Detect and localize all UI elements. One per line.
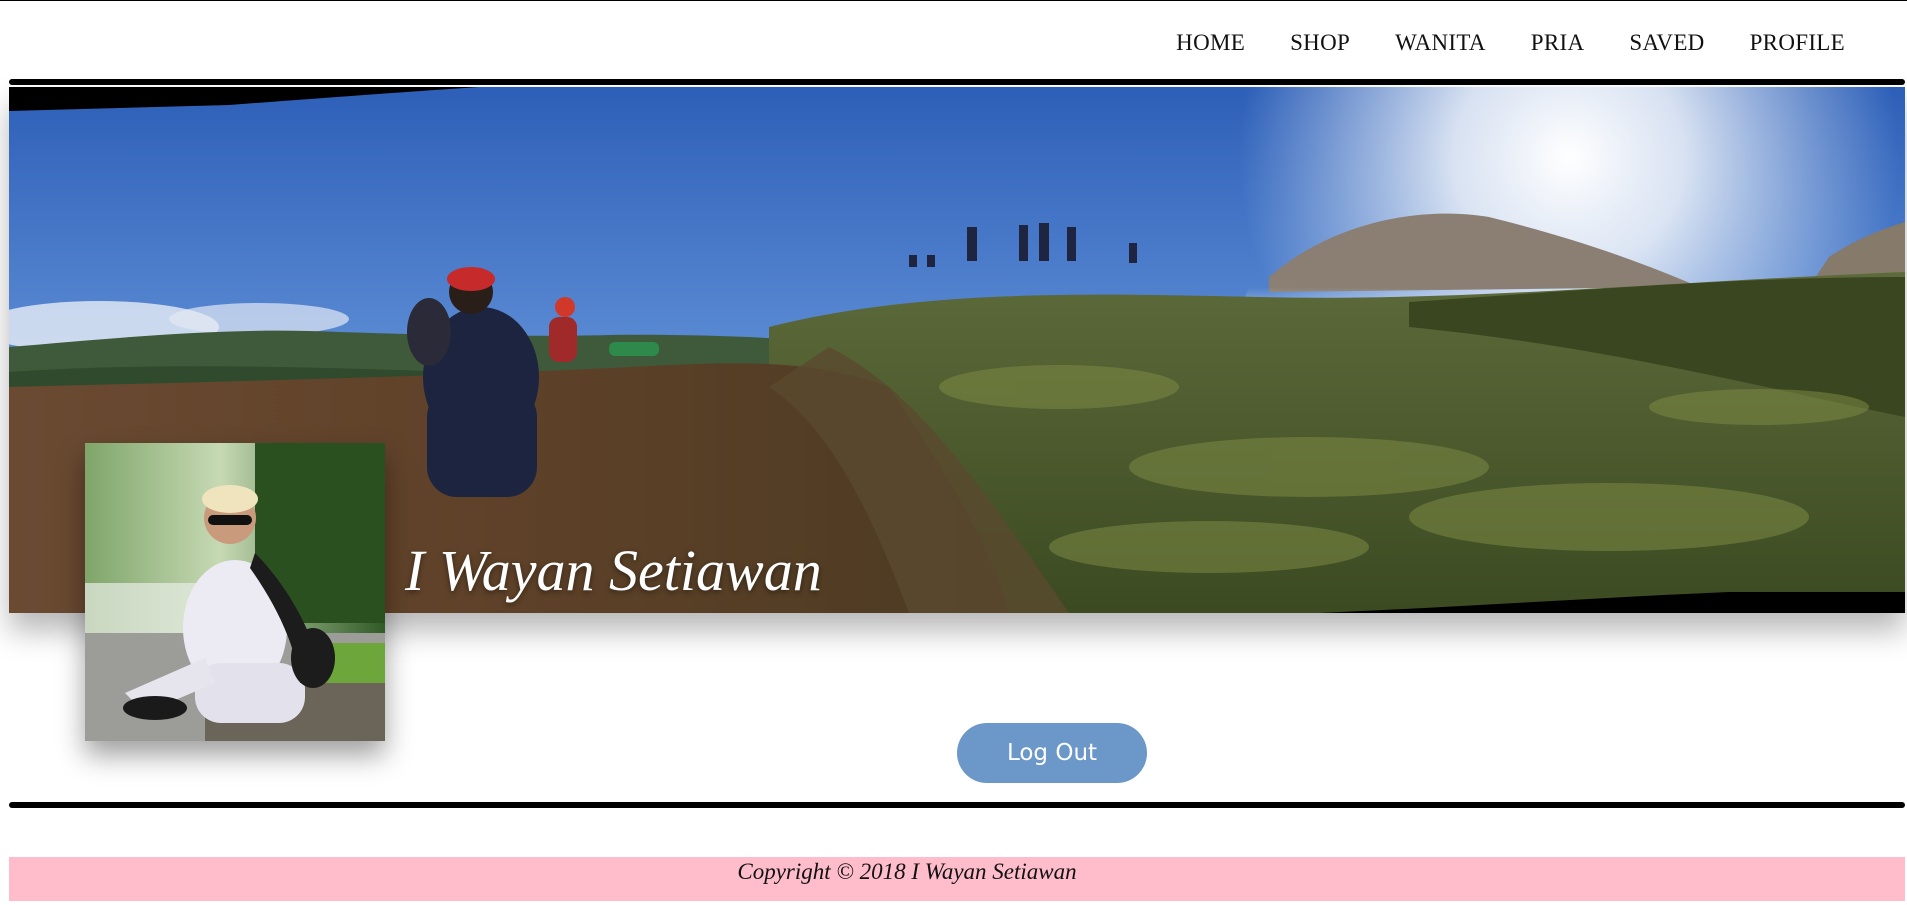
content-divider [9, 802, 1905, 808]
copyright-text: Copyright © 2018 I Wayan Setiawan [737, 859, 1077, 884]
footer-copyright-bar: Copyright © 2018 I Wayan Setiawan [9, 857, 1905, 901]
header-divider [9, 79, 1905, 85]
nav-wanita-link[interactable]: WANITA [1395, 26, 1486, 60]
nav-pria-link[interactable]: PRIA [1531, 26, 1585, 60]
main-nav: HOME SHOP WANITA PRIA SAVED PROFILE [1131, 26, 1845, 60]
nav-home-link[interactable]: HOME [1176, 26, 1245, 60]
nav-shop-link[interactable]: SHOP [1290, 26, 1350, 60]
profile-name-heading: I Wayan Setiawan [405, 538, 822, 603]
top-border [0, 0, 1907, 1]
nav-saved-link[interactable]: SAVED [1629, 26, 1704, 60]
nav-profile-link[interactable]: PROFILE [1750, 26, 1845, 60]
profile-avatar-photo [85, 443, 385, 741]
logout-button[interactable]: Log Out [957, 723, 1147, 783]
